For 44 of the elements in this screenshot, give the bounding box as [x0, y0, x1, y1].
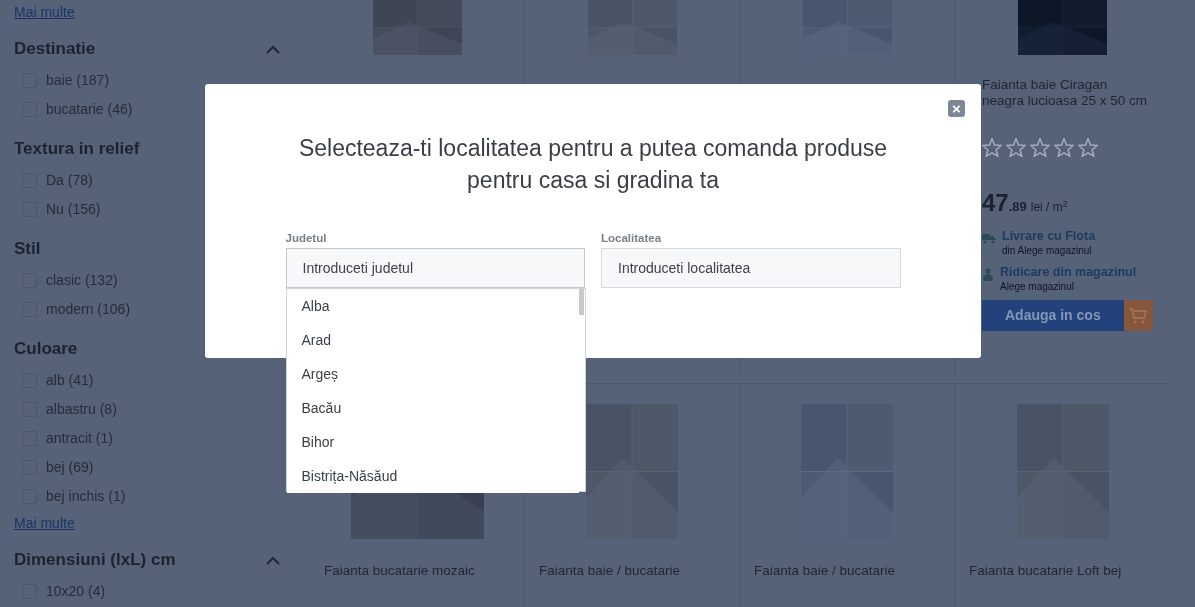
star-icon: [1054, 138, 1074, 157]
filter-option[interactable]: bej (69): [46, 457, 94, 478]
star-icon: [1030, 138, 1050, 157]
cart-button[interactable]: [1123, 300, 1153, 331]
product-title[interactable]: Faianta baie Ciragan neagra lucioasa 25 x 50 cm: [982, 77, 1153, 109]
star-icon: [1078, 138, 1098, 157]
star-icon: [1006, 138, 1026, 157]
filter-option[interactable]: alb (41): [46, 370, 94, 391]
filter-option[interactable]: modern (106): [46, 299, 131, 320]
filter-option[interactable]: clasic (132): [46, 270, 118, 291]
field-label: Judetul: [285, 231, 328, 246]
dialog-title: Selecteaza-ti localitatea pentru a putea comanda produse pentru casa si gradina ta: [297, 134, 889, 195]
chevron-icon[interactable]: [266, 555, 280, 565]
input-field[interactable]: Introduceti judetul: [285, 248, 585, 288]
filter-option[interactable]: baie (187): [46, 70, 110, 91]
filter-option[interactable]: Nu (156): [46, 199, 101, 220]
field-label: Localitatea: [601, 231, 663, 246]
filter-heading: Textura in relief: [14, 138, 140, 161]
filter-option[interactable]: bucatarie (46): [46, 99, 133, 120]
price: 47.89 lei / m$^{2}$: [982, 188, 1069, 218]
filter-option[interactable]: albastru (8): [46, 399, 117, 420]
filter-option[interactable]: bej inchis (1): [46, 486, 126, 507]
cart-icon: [1129, 307, 1148, 324]
filter-option[interactable]: antracit (1): [46, 428, 113, 449]
close-button[interactable]: ×: [948, 100, 965, 117]
star-icon: [982, 138, 1002, 157]
filter-heading: Dimensiuni (lxL) cm: [14, 549, 176, 572]
filter-heading: Culoare: [14, 338, 78, 361]
scrollbar-thumb[interactable]: [578, 289, 584, 315]
product-title[interactable]: Faianta bucatarie Loft bej: [969, 563, 1156, 579]
truck-icon: [982, 232, 996, 244]
product-title[interactable]: Faianta bucatarie mozaic: [324, 563, 510, 579]
product-title[interactable]: Faianta baie / bucatarie: [539, 563, 725, 579]
filter-heading: Stil: [14, 238, 41, 261]
input-field[interactable]: Introduceti localitatea: [601, 248, 901, 288]
product-title[interactable]: Faianta baie / bucatarie: [754, 563, 940, 579]
filter-heading: Destinatie: [14, 38, 96, 61]
person-icon: [982, 268, 994, 281]
delivery-store[interactable]: din Alege magazinul: [1002, 244, 1096, 257]
add-to-cart-button[interactable]: Adauga in cos: [982, 300, 1124, 331]
delivery-store[interactable]: Alege magazinul: [1000, 280, 1137, 293]
filter-option[interactable]: 10x20 (4): [46, 581, 106, 602]
filter-option[interactable]: Da (78): [46, 170, 93, 191]
chevron-icon[interactable]: [266, 44, 280, 54]
